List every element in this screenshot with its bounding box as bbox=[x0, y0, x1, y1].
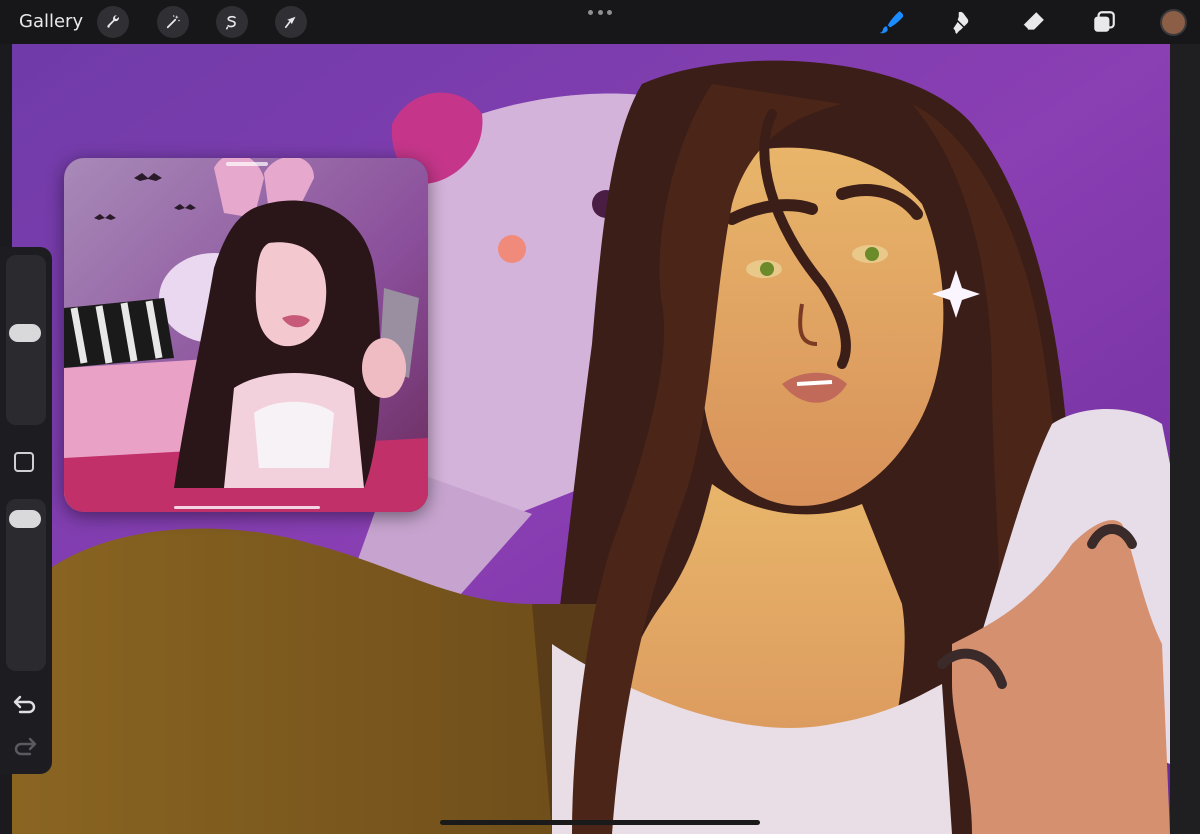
smudge-icon bbox=[953, 11, 969, 34]
selection-button[interactable] bbox=[216, 6, 248, 38]
adjustments-wand-button[interactable] bbox=[157, 6, 189, 38]
magic-wand-icon bbox=[166, 15, 180, 29]
layers-button[interactable] bbox=[1090, 8, 1118, 36]
home-indicator[interactable] bbox=[440, 820, 760, 825]
left-sidebar bbox=[0, 247, 52, 774]
reference-resize-bar[interactable] bbox=[174, 506, 320, 509]
undo-arrow-icon bbox=[13, 695, 36, 714]
brush-size-slider[interactable] bbox=[6, 255, 46, 425]
reference-grabber[interactable] bbox=[226, 162, 268, 166]
more-options-icon[interactable] bbox=[588, 6, 612, 18]
layers-icon bbox=[1094, 11, 1115, 32]
top-toolbar: Gallery bbox=[0, 0, 1200, 44]
transform-arrow-icon bbox=[284, 16, 296, 29]
brush-size-thumb[interactable] bbox=[9, 324, 41, 342]
modify-button[interactable] bbox=[14, 452, 34, 472]
brush-icon bbox=[879, 11, 903, 34]
smudge-tool-button[interactable] bbox=[948, 8, 976, 36]
eraser-tool-button[interactable] bbox=[1019, 8, 1047, 36]
undo-button[interactable] bbox=[12, 694, 38, 716]
brush-tool-button[interactable] bbox=[876, 8, 904, 36]
selection-icon bbox=[226, 15, 236, 30]
brush-opacity-thumb[interactable] bbox=[9, 510, 41, 528]
reference-window[interactable] bbox=[64, 158, 428, 512]
canvas-edge bbox=[1170, 44, 1200, 834]
actions-wrench-button[interactable] bbox=[97, 6, 129, 38]
redo-arrow-icon bbox=[14, 737, 37, 756]
reference-photo bbox=[64, 158, 428, 512]
redo-button[interactable] bbox=[12, 736, 38, 758]
eraser-icon bbox=[1022, 12, 1044, 31]
gallery-button[interactable]: Gallery bbox=[19, 11, 83, 32]
brush-opacity-slider[interactable] bbox=[6, 499, 46, 671]
transform-button[interactable] bbox=[275, 6, 307, 38]
color-picker-swatch[interactable] bbox=[1160, 9, 1187, 36]
wrench-icon bbox=[107, 15, 119, 28]
